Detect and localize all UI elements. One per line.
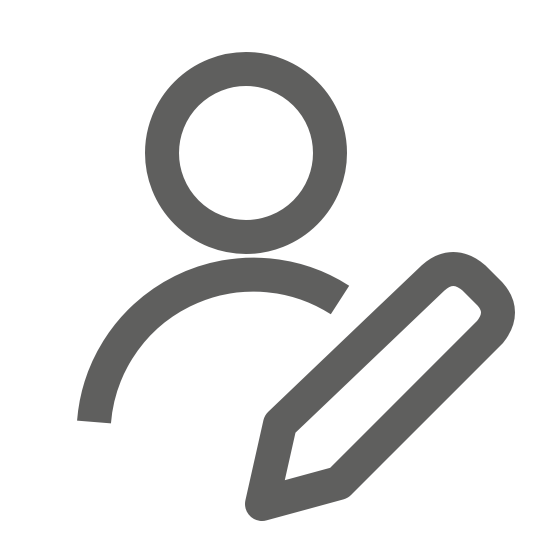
edit-user-icon [77, 52, 515, 521]
user-head-icon [145, 52, 347, 254]
pencil-icon [245, 252, 515, 521]
icon-canvas [0, 0, 540, 540]
